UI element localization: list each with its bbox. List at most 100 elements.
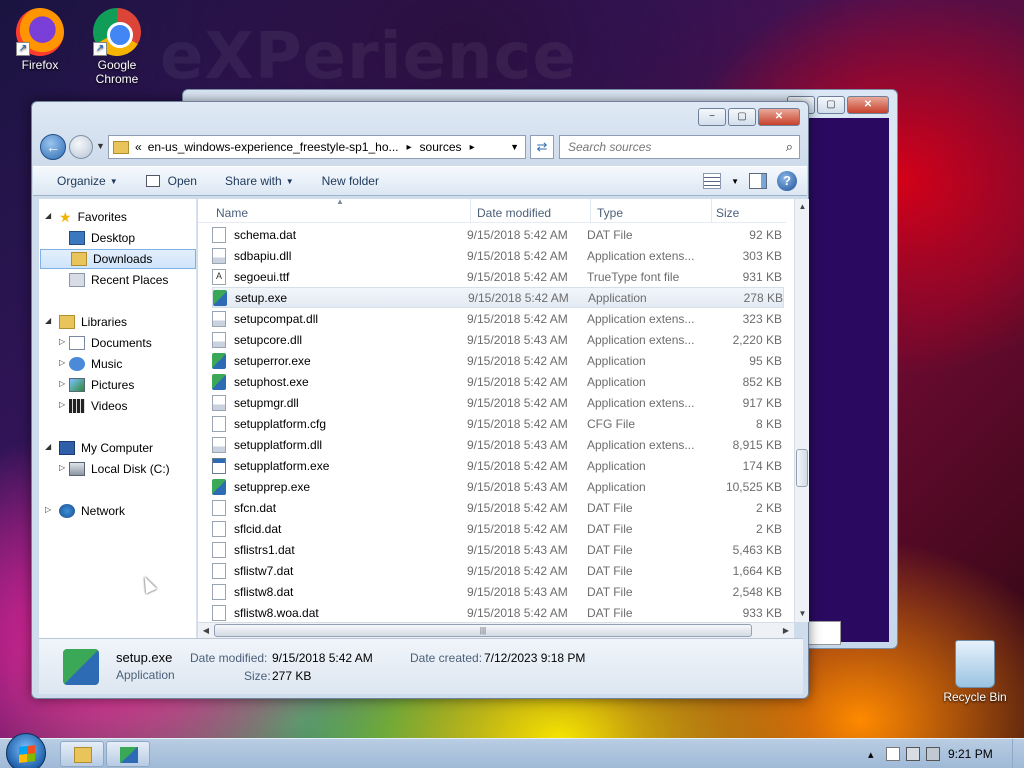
file-row[interactable]: sflistw8.dat 9/15/2018 5:43 AM DAT File 2,5… (212, 581, 784, 602)
nav-documents[interactable]: Documents (69, 333, 152, 353)
nav-pictures[interactable]: Pictures (69, 375, 134, 395)
address-history-dropdown[interactable]: ▼ (510, 142, 519, 152)
help-icon[interactable]: ? (777, 171, 797, 191)
organize-button[interactable]: Organize ▼ (43, 167, 132, 195)
desktop-icon-chrome[interactable]: ↗ Google Chrome (77, 8, 157, 86)
file-row[interactable]: schema.dat 9/15/2018 5:42 AM DAT File 92 KB (212, 224, 784, 245)
breadcrumb-item[interactable]: en-us_windows-experience_freestyle-sp1_h… (148, 140, 399, 154)
nav-network[interactable]: Network (59, 501, 125, 521)
file-row[interactable]: sdbapiu.dll 9/15/2018 5:42 AM Application … (212, 245, 784, 266)
scroll-down-arrow-icon[interactable]: ▼ (795, 606, 810, 622)
column-header-type[interactable]: Type (591, 199, 712, 223)
file-row[interactable]: setuphost.exe 9/15/2018 5:42 AM Applicatio… (212, 371, 784, 392)
scroll-left-arrow-icon[interactable]: ◀ (198, 623, 214, 639)
file-row[interactable]: segoeui.ttf 9/15/2018 5:42 AM TrueType fon… (212, 266, 784, 287)
nav-recent-places[interactable]: Recent Places (69, 270, 168, 290)
breadcrumb-separator-icon[interactable]: ▸ (407, 142, 412, 153)
file-row[interactable]: setupplatform.dll 9/15/2018 5:43 AM Applic… (212, 434, 784, 455)
preview-pane-icon[interactable] (749, 173, 767, 189)
expand-arrow-icon[interactable]: ▷ (59, 463, 65, 472)
close-button[interactable]: ✕ (758, 108, 800, 126)
file-name-cell: setupcompat.dll (212, 310, 467, 327)
action-center-icon[interactable] (886, 747, 900, 761)
address-bar[interactable]: « en-us_windows-experience_freestyle-sp1… (108, 135, 526, 159)
nav-favorites[interactable]: ★ Favorites (59, 207, 127, 227)
nav-local-disk[interactable]: Local Disk (C:) (69, 459, 170, 479)
start-button[interactable] (6, 733, 46, 768)
maximize-button[interactable]: ▢ (728, 108, 756, 126)
breadcrumb-item[interactable]: sources (420, 140, 462, 154)
scrollbar-thumb[interactable]: ||| (214, 624, 752, 637)
expand-arrow-icon[interactable]: ▷ (59, 358, 65, 367)
column-header-name[interactable]: ▲ Name (198, 199, 471, 223)
recycle-bin-icon (955, 640, 995, 688)
file-row[interactable]: sflcid.dat 9/15/2018 5:42 AM DAT File 2 KB (212, 518, 784, 539)
column-header-date[interactable]: Date modified (471, 199, 591, 223)
nav-downloads[interactable]: Downloads (40, 249, 196, 269)
expand-arrow-icon[interactable]: ▷ (45, 505, 51, 514)
expand-arrow-icon[interactable]: ▷ (59, 379, 65, 388)
file-row[interactable]: sfcn.dat 9/15/2018 5:42 AM DAT File 2 KB (212, 497, 784, 518)
desktop-icon-recycle-bin[interactable]: Recycle Bin (935, 640, 1015, 704)
breadcrumb-separator-icon[interactable]: ▸ (470, 142, 475, 153)
recent-pages-dropdown[interactable]: ▼ (96, 141, 105, 151)
file-row[interactable]: sflistw8.woa.dat 9/15/2018 5:42 AM DAT Fil… (212, 602, 784, 622)
view-options-dropdown[interactable]: ▼ (731, 177, 739, 186)
forward-button[interactable] (69, 135, 93, 159)
scroll-right-arrow-icon[interactable]: ▶ (778, 623, 794, 639)
share-with-button[interactable]: Share with ▼ (211, 167, 308, 195)
file-row[interactable]: setuperror.exe 9/15/2018 5:42 AM Applicati… (212, 350, 784, 371)
nav-music[interactable]: Music (69, 354, 122, 374)
file-row[interactable]: sflistw7.dat 9/15/2018 5:42 AM DAT File 1,6… (212, 560, 784, 581)
expand-arrow-icon[interactable]: ▷ (59, 400, 65, 409)
nav-my-computer[interactable]: My Computer (59, 438, 153, 458)
desktop-icon-firefox[interactable]: ↗ Firefox (0, 8, 80, 72)
file-row[interactable]: setupprep.exe 9/15/2018 5:43 AM Applicatio… (212, 476, 784, 497)
scroll-up-arrow-icon[interactable]: ▲ (795, 199, 810, 215)
file-row[interactable]: sflistrs1.dat 9/15/2018 5:43 AM DAT File 5,… (212, 539, 784, 560)
file-date-modified: 9/15/2018 5:42 AM (467, 458, 568, 473)
address-overflow-chevron[interactable]: « (135, 140, 142, 154)
file-date-modified: 9/15/2018 5:43 AM (467, 542, 568, 557)
horizontal-scrollbar[interactable]: ◀ ||| ▶ (198, 622, 794, 638)
search-icon[interactable]: ⌕ (786, 139, 793, 155)
change-view-icon[interactable] (703, 173, 722, 189)
taskbar-explorer-button[interactable] (60, 741, 104, 767)
refresh-button[interactable]: ⇄ (530, 135, 554, 159)
nav-videos[interactable]: Videos (69, 396, 127, 416)
clock[interactable]: 9:21 PM (948, 747, 993, 761)
collapse-arrow-icon[interactable]: ◢ (45, 316, 51, 325)
taskbar-setup-button[interactable] (106, 741, 150, 767)
search-input[interactable]: Search sources ⌕ (559, 135, 800, 159)
show-hidden-icons-button[interactable]: ▴ (868, 748, 874, 761)
file-icon (212, 562, 226, 579)
collapse-arrow-icon[interactable]: ◢ (45, 211, 51, 220)
column-header-size[interactable]: Size (712, 199, 786, 223)
minimize-button[interactable]: − (698, 108, 726, 126)
file-row[interactable]: setupcore.dll 9/15/2018 5:43 AM Applicatio… (212, 329, 784, 350)
nav-libraries[interactable]: Libraries (59, 312, 127, 332)
close-button[interactable]: ✕ (847, 96, 889, 114)
file-row[interactable]: setupcompat.dll 9/15/2018 5:42 AM Applicat… (212, 308, 784, 329)
file-name: sflistw8.woa.dat (234, 605, 319, 620)
firefox-icon: ↗ (16, 8, 64, 56)
file-row[interactable]: setupplatform.exe 9/15/2018 5:42 AM Applic… (212, 455, 784, 476)
network-status-icon[interactable] (906, 747, 920, 761)
expand-arrow-icon[interactable]: ▷ (59, 337, 65, 346)
file-row[interactable]: setupmgr.dll 9/15/2018 5:42 AM Application… (212, 392, 784, 413)
nav-desktop[interactable]: Desktop (69, 228, 135, 248)
vertical-scrollbar[interactable]: ▲ ▼ (794, 199, 809, 622)
show-desktop-button[interactable] (1012, 739, 1024, 768)
file-type: DAT File (587, 521, 633, 536)
volume-icon[interactable] (926, 747, 940, 761)
file-row[interactable]: setupplatform.cfg 9/15/2018 5:42 AM CFG Fi… (212, 413, 784, 434)
explorer-window[interactable]: − ▢ ✕ ← ▼ « en-us_windows-experience_fre… (31, 101, 809, 699)
open-button[interactable]: Open (132, 167, 211, 195)
file-row[interactable]: setup.exe 9/15/2018 5:42 AM Application 278… (212, 287, 784, 308)
back-button[interactable]: ← (40, 134, 66, 160)
scrollbar-thumb[interactable] (796, 449, 808, 487)
file-name-cell: sflistrs1.dat (212, 541, 467, 558)
collapse-arrow-icon[interactable]: ◢ (45, 442, 51, 451)
maximize-button[interactable]: ▢ (817, 96, 845, 114)
new-folder-button[interactable]: New folder (308, 167, 393, 195)
